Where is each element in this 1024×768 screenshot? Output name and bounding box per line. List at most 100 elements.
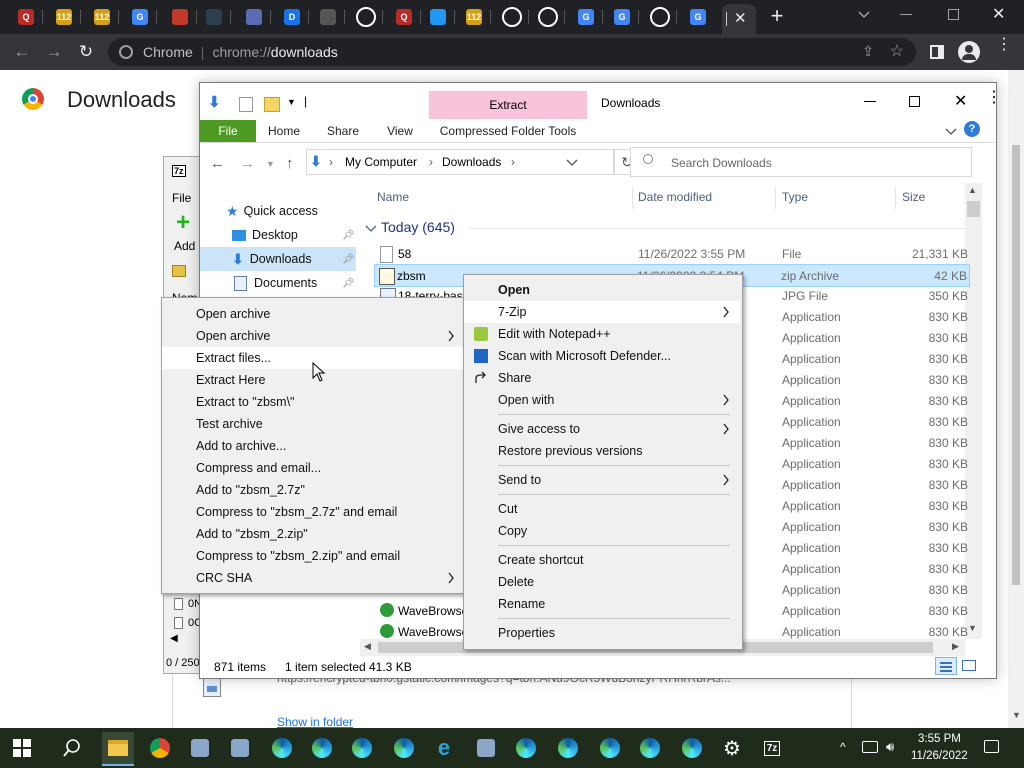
edge-icon[interactable] — [594, 732, 626, 764]
context-menu-item[interactable]: Open — [464, 279, 740, 301]
qat-dropdown-icon[interactable]: ▼ — [287, 97, 296, 107]
browser-tab[interactable]: G — [683, 6, 713, 28]
context-menu-item[interactable]: Rename — [464, 593, 740, 615]
back-arrow-icon[interactable]: ← — [11, 41, 33, 63]
browser-tab[interactable]: Q — [11, 6, 41, 28]
tab-compressed-folder-tools[interactable]: Compressed Folder Tools — [429, 120, 587, 142]
chrome-icon[interactable] — [144, 732, 176, 764]
context-menu-item[interactable]: Scan with Microsoft Defender... — [464, 345, 740, 367]
add-button-label[interactable]: Add — [174, 239, 195, 253]
tab-file[interactable]: File — [200, 120, 256, 142]
clock-date[interactable]: 11/26/2022 — [911, 750, 968, 762]
restore-window-button[interactable] — [948, 9, 959, 20]
scroll-left-arrow[interactable]: ◀ — [170, 633, 178, 644]
page-scrollbar[interactable]: ▼ — [1008, 70, 1024, 728]
zip-menu-item[interactable]: Add to "zbsm_2.7z" — [162, 479, 464, 501]
zip-menu-item[interactable]: Open archive — [162, 325, 464, 347]
browser-tab[interactable] — [645, 6, 675, 28]
browser-tab[interactable]: 112 — [49, 6, 79, 28]
column-date-modified[interactable]: Date modified — [638, 190, 712, 204]
explorer-close-button[interactable]: ✕ — [954, 91, 967, 111]
large-icons-view-icon[interactable] — [962, 660, 976, 671]
column-size[interactable]: Size — [902, 190, 925, 204]
forward-arrow-icon[interactable]: → — [43, 41, 65, 63]
zip-menu-item[interactable]: Compress to "zbsm_2.zip" and email — [162, 545, 464, 567]
edge-icon[interactable] — [346, 732, 378, 764]
extract-context-tab[interactable]: Extract — [429, 91, 587, 119]
start-button[interactable] — [6, 732, 38, 764]
ribbon-expand-chevron-icon[interactable] — [945, 125, 957, 135]
file-row[interactable]: 58 11/26/2022 3:55 PM File 21,331 KB — [376, 243, 976, 264]
gear-icon[interactable]: ⚙ — [716, 732, 748, 764]
browser-tab[interactable] — [239, 6, 269, 28]
zip-menu-item[interactable]: Extract to "zbsm\" — [162, 391, 464, 413]
properties-icon[interactable] — [239, 97, 253, 112]
context-menu-item[interactable]: Give access to — [464, 418, 740, 440]
browser-tab[interactable]: 112 — [459, 6, 489, 28]
address-dropdown-icon[interactable] — [566, 156, 578, 170]
edge-icon[interactable] — [266, 732, 298, 764]
new-tab-button[interactable]: + — [766, 5, 788, 27]
tab-home[interactable]: Home — [256, 120, 312, 142]
details-view-icon[interactable] — [935, 657, 957, 675]
edge-icon[interactable] — [388, 732, 420, 764]
browser-tab[interactable] — [199, 6, 229, 28]
edge-icon[interactable] — [552, 732, 584, 764]
context-menu-item[interactable]: Restore previous versions — [464, 440, 740, 462]
file-explorer-icon[interactable] — [102, 732, 134, 766]
close-window-button[interactable]: ✕ — [992, 4, 1005, 24]
address-breadcrumb[interactable]: ⬇ › My Computer › Downloads › — [306, 149, 614, 175]
browser-tab[interactable] — [313, 6, 343, 28]
nav-downloads[interactable]: ⬇ Downloads 📌︎ — [200, 247, 356, 271]
nav-documents[interactable]: Documents 📌︎ — [200, 271, 356, 295]
profile-avatar[interactable] — [958, 41, 980, 63]
side-panel-icon[interactable] — [930, 45, 944, 59]
zip-menu-item[interactable]: Add to "zbsm_2.zip" — [162, 523, 464, 545]
nav-desktop[interactable]: Desktop 📌︎ — [200, 223, 356, 247]
show-in-folder-link[interactable]: Show in folder — [277, 715, 353, 729]
browser-tab[interactable] — [533, 6, 563, 28]
share-icon[interactable]: ⇪ — [862, 43, 874, 60]
active-tab[interactable]: ✕ — [722, 4, 756, 34]
browser-tab[interactable]: G — [125, 6, 155, 28]
tool-icon[interactable] — [224, 732, 256, 764]
edge-icon[interactable] — [634, 732, 666, 764]
browser-tab[interactable] — [423, 6, 453, 28]
close-tab-icon[interactable]: ✕ — [734, 9, 747, 27]
context-menu-item[interactable]: Cut — [464, 498, 740, 520]
context-menu-item[interactable]: Create shortcut — [464, 549, 740, 571]
context-menu-item[interactable]: Open with — [464, 389, 740, 411]
breadcrumb-my-computer[interactable]: My Computer — [345, 155, 417, 169]
context-menu-item[interactable]: Properties — [464, 622, 740, 644]
group-collapse-icon[interactable] — [365, 222, 377, 236]
nav-quick-access[interactable]: ★ Quick access — [200, 199, 356, 223]
browser-tab[interactable]: Q — [389, 6, 419, 28]
explorer-maximize-button[interactable] — [909, 96, 920, 107]
context-menu-item[interactable]: Send to — [464, 469, 740, 491]
network-icon[interactable] — [862, 741, 878, 753]
zip-menu-item[interactable]: Compress to "zbsm_2.7z" and email — [162, 501, 464, 523]
pin-icon[interactable]: 📌︎ — [342, 278, 355, 289]
browser-tab[interactable]: G — [571, 6, 601, 28]
edge-icon[interactable] — [306, 732, 338, 764]
paint-icon[interactable] — [184, 732, 216, 764]
minimize-window-button[interactable] — [900, 14, 912, 15]
browser-tab[interactable] — [351, 6, 381, 28]
browser-tab[interactable]: D — [277, 6, 307, 28]
browser-tab[interactable]: 112 — [87, 6, 117, 28]
app-icon[interactable] — [470, 732, 502, 764]
more-options-icon[interactable]: ⋮ — [986, 87, 1002, 107]
zip-menu-item[interactable]: Compress and email... — [162, 457, 464, 479]
search-box[interactable]: Search Downloads — [630, 147, 972, 177]
browser-tab[interactable]: G — [607, 6, 637, 28]
context-menu-item[interactable]: 7-Zip — [464, 301, 740, 323]
pin-icon[interactable]: 📌︎ — [342, 230, 355, 241]
new-folder-icon[interactable] — [264, 97, 280, 112]
context-menu-item[interactable]: Copy — [464, 520, 740, 542]
explorer-minimize-button[interactable] — [864, 101, 876, 102]
browser-tab[interactable] — [165, 6, 195, 28]
explorer-back-icon[interactable]: ← — [210, 155, 225, 172]
edge-icon[interactable] — [510, 732, 542, 764]
download-quick-icon[interactable]: ⬇ — [208, 93, 221, 111]
up-folder-icon[interactable]: ↑ — [286, 155, 294, 172]
